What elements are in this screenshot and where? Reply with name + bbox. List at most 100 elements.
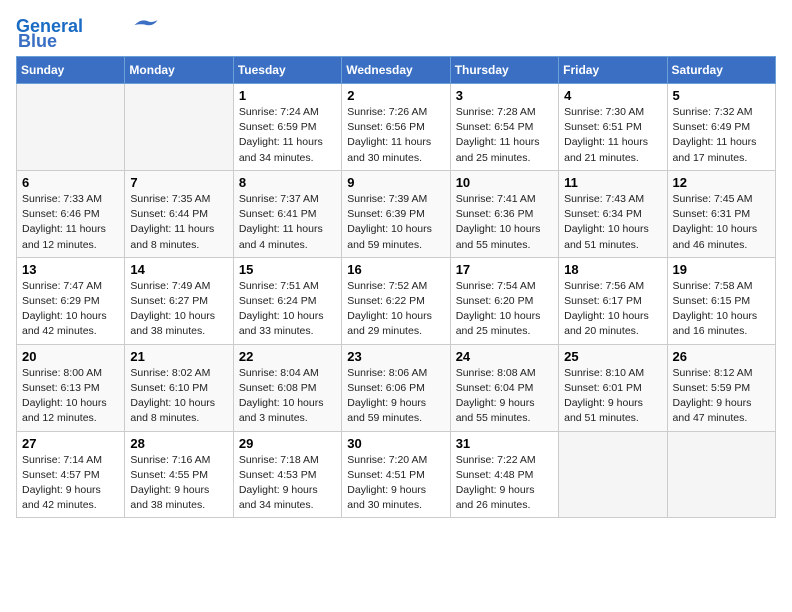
calendar-day-cell: 5 Sunrise: 7:32 AMSunset: 6:49 PMDaylight… xyxy=(667,84,775,171)
calendar-day-cell: 21 Sunrise: 8:02 AMSunset: 6:10 PMDayligh… xyxy=(125,344,233,431)
day-number: 22 xyxy=(239,349,336,364)
col-header-tuesday: Tuesday xyxy=(233,57,341,84)
day-number: 26 xyxy=(673,349,770,364)
calendar-day-cell: 2 Sunrise: 7:26 AMSunset: 6:56 PMDaylight… xyxy=(342,84,450,171)
day-info: Sunrise: 8:04 AMSunset: 6:08 PMDaylight:… xyxy=(239,366,336,427)
col-header-saturday: Saturday xyxy=(667,57,775,84)
day-number: 19 xyxy=(673,262,770,277)
day-info: Sunrise: 7:14 AMSunset: 4:57 PMDaylight:… xyxy=(22,453,119,514)
calendar-week-row: 6Sunrise: 7:33 AMSunset: 6:46 PMDaylight… xyxy=(17,170,776,257)
day-info: Sunrise: 7:41 AMSunset: 6:36 PMDaylight:… xyxy=(456,192,553,253)
calendar-day-cell: 27 Sunrise: 7:14 AMSunset: 4:57 PMDayligh… xyxy=(17,431,125,518)
day-info: Sunrise: 7:32 AMSunset: 6:49 PMDaylight:… xyxy=(673,105,770,166)
day-number: 1 xyxy=(239,88,336,103)
day-info: Sunrise: 7:35 AMSunset: 6:44 PMDaylight:… xyxy=(130,192,227,253)
day-info: Sunrise: 7:49 AMSunset: 6:27 PMDaylight:… xyxy=(130,279,227,340)
day-info: Sunrise: 7:47 AMSunset: 6:29 PMDaylight:… xyxy=(22,279,119,340)
calendar-header-row: SundayMondayTuesdayWednesdayThursdayFrid… xyxy=(17,57,776,84)
calendar-day-cell: 4Sunrise: 7:30 AMSunset: 6:51 PMDaylight… xyxy=(559,84,667,171)
calendar-day-cell: 1 Sunrise: 7:24 AMSunset: 6:59 PMDaylight… xyxy=(233,84,341,171)
calendar-day-cell: 14 Sunrise: 7:49 AMSunset: 6:27 PMDayligh… xyxy=(125,257,233,344)
calendar-day-cell xyxy=(17,84,125,171)
calendar-day-cell: 25Sunrise: 8:10 AMSunset: 6:01 PMDayligh… xyxy=(559,344,667,431)
calendar-day-cell: 12Sunrise: 7:45 AMSunset: 6:31 PMDayligh… xyxy=(667,170,775,257)
day-number: 13 xyxy=(22,262,119,277)
day-number: 28 xyxy=(130,436,227,451)
calendar-day-cell: 29 Sunrise: 7:18 AMSunset: 4:53 PMDayligh… xyxy=(233,431,341,518)
calendar-week-row: 1 Sunrise: 7:24 AMSunset: 6:59 PMDaylight… xyxy=(17,84,776,171)
calendar-day-cell: 20Sunrise: 8:00 AMSunset: 6:13 PMDayligh… xyxy=(17,344,125,431)
calendar-day-cell: 30 Sunrise: 7:20 AMSunset: 4:51 PMDayligh… xyxy=(342,431,450,518)
day-number: 27 xyxy=(22,436,119,451)
day-info: Sunrise: 7:39 AMSunset: 6:39 PMDaylight:… xyxy=(347,192,444,253)
calendar-day-cell xyxy=(559,431,667,518)
logo-icon xyxy=(131,16,159,34)
day-number: 9 xyxy=(347,175,444,190)
day-info: Sunrise: 7:22 AMSunset: 4:48 PMDaylight:… xyxy=(456,453,553,514)
day-info: Sunrise: 7:37 AMSunset: 6:41 PMDaylight:… xyxy=(239,192,336,253)
day-number: 30 xyxy=(347,436,444,451)
day-number: 21 xyxy=(130,349,227,364)
day-number: 17 xyxy=(456,262,553,277)
day-info: Sunrise: 7:52 AMSunset: 6:22 PMDaylight:… xyxy=(347,279,444,340)
page-header: General Blue xyxy=(16,16,776,52)
calendar-table: SundayMondayTuesdayWednesdayThursdayFrid… xyxy=(16,56,776,518)
day-number: 18 xyxy=(564,262,661,277)
col-header-wednesday: Wednesday xyxy=(342,57,450,84)
day-info: Sunrise: 8:12 AMSunset: 5:59 PMDaylight:… xyxy=(673,366,770,427)
day-info: Sunrise: 8:08 AMSunset: 6:04 PMDaylight:… xyxy=(456,366,553,427)
day-number: 16 xyxy=(347,262,444,277)
day-info: Sunrise: 7:56 AMSunset: 6:17 PMDaylight:… xyxy=(564,279,661,340)
col-header-sunday: Sunday xyxy=(17,57,125,84)
day-number: 23 xyxy=(347,349,444,364)
calendar-day-cell: 13 Sunrise: 7:47 AMSunset: 6:29 PMDayligh… xyxy=(17,257,125,344)
day-info: Sunrise: 8:00 AMSunset: 6:13 PMDaylight:… xyxy=(22,366,119,427)
col-header-thursday: Thursday xyxy=(450,57,558,84)
calendar-day-cell: 17Sunrise: 7:54 AMSunset: 6:20 PMDayligh… xyxy=(450,257,558,344)
day-number: 11 xyxy=(564,175,661,190)
day-info: Sunrise: 7:18 AMSunset: 4:53 PMDaylight:… xyxy=(239,453,336,514)
col-header-monday: Monday xyxy=(125,57,233,84)
day-number: 10 xyxy=(456,175,553,190)
day-info: Sunrise: 7:26 AMSunset: 6:56 PMDaylight:… xyxy=(347,105,444,166)
day-number: 15 xyxy=(239,262,336,277)
calendar-day-cell: 23Sunrise: 8:06 AMSunset: 6:06 PMDayligh… xyxy=(342,344,450,431)
day-info: Sunrise: 7:33 AMSunset: 6:46 PMDaylight:… xyxy=(22,192,119,253)
day-info: Sunrise: 7:16 AMSunset: 4:55 PMDaylight:… xyxy=(130,453,227,514)
day-number: 31 xyxy=(456,436,553,451)
day-info: Sunrise: 7:28 AMSunset: 6:54 PMDaylight:… xyxy=(456,105,553,166)
calendar-day-cell: 19 Sunrise: 7:58 AMSunset: 6:15 PMDayligh… xyxy=(667,257,775,344)
day-info: Sunrise: 7:43 AMSunset: 6:34 PMDaylight:… xyxy=(564,192,661,253)
calendar-day-cell: 22 Sunrise: 8:04 AMSunset: 6:08 PMDayligh… xyxy=(233,344,341,431)
calendar-day-cell: 26 Sunrise: 8:12 AMSunset: 5:59 PMDayligh… xyxy=(667,344,775,431)
calendar-day-cell: 10 Sunrise: 7:41 AMSunset: 6:36 PMDayligh… xyxy=(450,170,558,257)
calendar-day-cell: 11 Sunrise: 7:43 AMSunset: 6:34 PMDayligh… xyxy=(559,170,667,257)
calendar-week-row: 13 Sunrise: 7:47 AMSunset: 6:29 PMDayligh… xyxy=(17,257,776,344)
day-info: Sunrise: 7:45 AMSunset: 6:31 PMDaylight:… xyxy=(673,192,770,253)
day-number: 24 xyxy=(456,349,553,364)
calendar-day-cell: 28 Sunrise: 7:16 AMSunset: 4:55 PMDayligh… xyxy=(125,431,233,518)
calendar-day-cell: 9 Sunrise: 7:39 AMSunset: 6:39 PMDaylight… xyxy=(342,170,450,257)
day-info: Sunrise: 8:10 AMSunset: 6:01 PMDaylight:… xyxy=(564,366,661,427)
day-info: Sunrise: 7:24 AMSunset: 6:59 PMDaylight:… xyxy=(239,105,336,166)
day-number: 2 xyxy=(347,88,444,103)
logo: General Blue xyxy=(16,16,159,52)
day-number: 8 xyxy=(239,175,336,190)
day-number: 7 xyxy=(130,175,227,190)
col-header-friday: Friday xyxy=(559,57,667,84)
day-number: 14 xyxy=(130,262,227,277)
calendar-day-cell: 24 Sunrise: 8:08 AMSunset: 6:04 PMDayligh… xyxy=(450,344,558,431)
day-number: 3 xyxy=(456,88,553,103)
calendar-day-cell: 18 Sunrise: 7:56 AMSunset: 6:17 PMDayligh… xyxy=(559,257,667,344)
day-number: 29 xyxy=(239,436,336,451)
day-info: Sunrise: 8:02 AMSunset: 6:10 PMDaylight:… xyxy=(130,366,227,427)
calendar-week-row: 27 Sunrise: 7:14 AMSunset: 4:57 PMDayligh… xyxy=(17,431,776,518)
day-info: Sunrise: 7:58 AMSunset: 6:15 PMDaylight:… xyxy=(673,279,770,340)
day-info: Sunrise: 7:20 AMSunset: 4:51 PMDaylight:… xyxy=(347,453,444,514)
calendar-day-cell xyxy=(667,431,775,518)
logo-blue: Blue xyxy=(18,31,57,52)
calendar-day-cell xyxy=(125,84,233,171)
day-number: 5 xyxy=(673,88,770,103)
calendar-day-cell: 16 Sunrise: 7:52 AMSunset: 6:22 PMDayligh… xyxy=(342,257,450,344)
calendar-day-cell: 31 Sunrise: 7:22 AMSunset: 4:48 PMDayligh… xyxy=(450,431,558,518)
